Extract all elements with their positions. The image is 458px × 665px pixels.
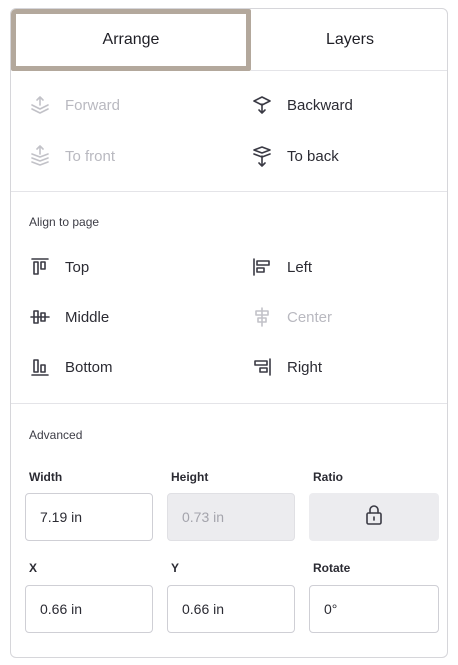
tab-arrange[interactable]: Arrange <box>11 9 251 71</box>
backward-icon <box>251 94 273 116</box>
align-left-button[interactable]: Left <box>251 255 312 279</box>
align-top-button[interactable]: Top <box>29 255 89 279</box>
width-value: 7.19 in <box>40 509 83 525</box>
section-divider <box>11 191 447 192</box>
width-label: Width <box>29 470 63 484</box>
tab-arrange-label: Arrange <box>102 31 160 48</box>
backward-button[interactable]: Backward <box>251 93 353 117</box>
section-divider <box>11 403 447 404</box>
align-bottom-icon <box>29 356 51 378</box>
align-bottom-label: Bottom <box>65 358 113 376</box>
ratio-lock-button[interactable] <box>309 493 439 541</box>
align-middle-label: Middle <box>65 308 110 326</box>
rotate-label: Rotate <box>313 561 351 575</box>
forward-button[interactable]: Forward <box>29 93 120 117</box>
align-right-label: Right <box>287 358 323 376</box>
rotate-value: 0° <box>324 601 338 617</box>
x-label: X <box>29 561 38 575</box>
to-back-icon <box>251 145 273 167</box>
align-right-button[interactable]: Right <box>251 355 322 379</box>
y-value: 0.66 in <box>182 601 225 617</box>
tab-layers[interactable]: Layers <box>251 9 447 71</box>
align-left-icon <box>251 256 273 278</box>
ratio-label: Ratio <box>313 470 343 484</box>
align-top-label: Top <box>65 258 90 276</box>
to-front-button[interactable]: To front <box>29 144 115 168</box>
tab-layers-label: Layers <box>325 31 375 48</box>
align-right-icon <box>251 356 273 378</box>
advanced-section-title: Advanced <box>29 428 83 442</box>
to-back-button[interactable]: To back <box>251 144 339 168</box>
position-panel: Arrange Layers Forward Backward To front… <box>10 8 448 658</box>
backward-label: Backward <box>287 96 353 114</box>
x-value: 0.66 in <box>40 601 83 617</box>
align-section-title: Align to page <box>29 215 100 229</box>
forward-icon <box>29 94 51 116</box>
rotate-input[interactable]: 0° <box>309 585 439 633</box>
width-input[interactable]: 7.19 in <box>25 493 153 541</box>
align-center-icon <box>251 306 273 328</box>
forward-label: Forward <box>65 96 121 114</box>
align-middle-icon <box>29 306 51 328</box>
to-front-label: To front <box>65 147 116 165</box>
y-label: Y <box>171 561 180 575</box>
lock-icon <box>364 504 384 531</box>
to-back-label: To back <box>287 147 339 165</box>
tab-bar: Arrange Layers <box>11 9 447 71</box>
height-label: Height <box>171 470 209 484</box>
align-top-icon <box>29 256 51 278</box>
to-front-icon <box>29 145 51 167</box>
height-input: 0.73 in <box>167 493 295 541</box>
x-input[interactable]: 0.66 in <box>25 585 153 633</box>
align-middle-button[interactable]: Middle <box>29 305 109 329</box>
align-bottom-button[interactable]: Bottom <box>29 355 113 379</box>
align-center-button[interactable]: Center <box>251 305 332 329</box>
align-center-label: Center <box>287 308 333 326</box>
tab-divider <box>251 70 447 71</box>
align-left-label: Left <box>287 258 313 276</box>
y-input[interactable]: 0.66 in <box>167 585 295 633</box>
height-value: 0.73 in <box>182 509 225 525</box>
